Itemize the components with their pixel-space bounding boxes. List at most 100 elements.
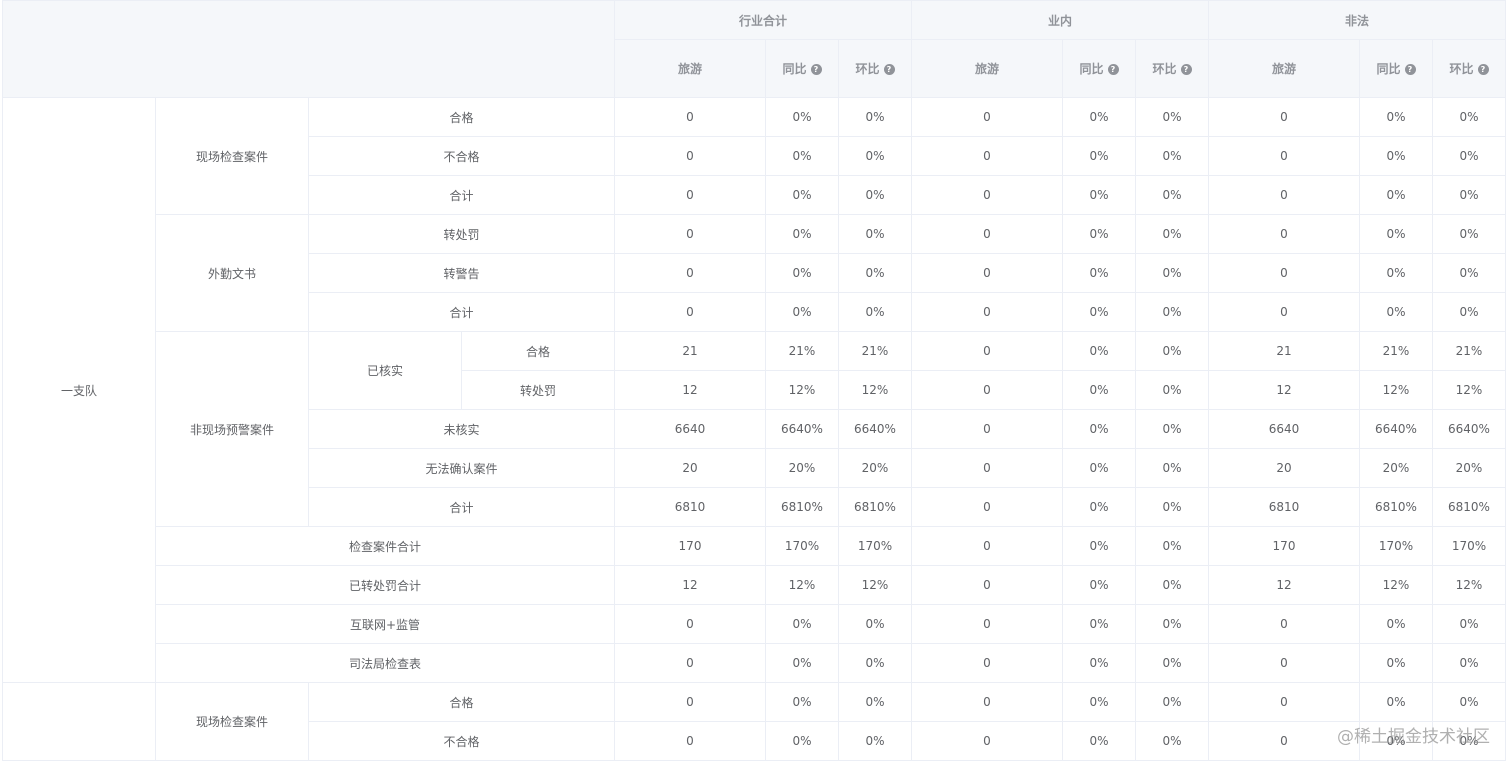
- value-cell: 0: [614, 253, 766, 293]
- table-header: 行业合计 业内 非法 旅游 同比? 环比? 旅游 同比? 环比? 旅游 同比? 环比?: [2, 0, 1506, 98]
- value-cell: 0%: [838, 292, 912, 332]
- value-cell: 0%: [1062, 370, 1136, 410]
- row-label-cell: 不合格: [308, 721, 615, 761]
- value-cell: 6810: [1208, 487, 1360, 527]
- value-cell: 0%: [1432, 97, 1506, 137]
- help-icon[interactable]: ?: [1107, 64, 1119, 75]
- value-cell: 0: [911, 526, 1063, 566]
- help-icon[interactable]: ?: [1180, 64, 1192, 75]
- value-cell: 0%: [838, 253, 912, 293]
- value-cell: 0%: [765, 175, 839, 215]
- value-cell: 0%: [1062, 97, 1136, 137]
- value-cell: 0: [614, 292, 766, 332]
- value-cell: 0%: [765, 253, 839, 293]
- help-icon[interactable]: ?: [810, 64, 822, 75]
- value-cell: 21%: [838, 331, 912, 371]
- help-icon[interactable]: ?: [1404, 64, 1416, 75]
- value-cell: 0%: [765, 682, 839, 722]
- value-cell: 0%: [838, 721, 912, 761]
- value-cell: 0: [1208, 253, 1360, 293]
- value-cell: 0: [911, 292, 1063, 332]
- value-cell: 0%: [838, 175, 912, 215]
- group-header-in-industry: 业内: [911, 0, 1209, 40]
- value-cell: 0%: [1359, 604, 1433, 644]
- value-cell: 12: [1208, 370, 1360, 410]
- column-header-mom: 环比?: [838, 39, 912, 98]
- value-cell: 21%: [1432, 331, 1506, 371]
- section-label-cell: 非现场预警案件: [155, 331, 309, 527]
- row-label-cell: 合格: [461, 331, 615, 371]
- value-cell: 0: [1208, 604, 1360, 644]
- value-cell: 0%: [1062, 214, 1136, 254]
- total-label-cell: 检查案件合计: [155, 526, 615, 566]
- value-cell: 6810%: [765, 487, 839, 527]
- table-row: 互联网+监管 0 0% 0% 0 0% 0% 0 0% 0%: [3, 604, 1506, 644]
- total-label-cell: 已转处罚合计: [155, 565, 615, 605]
- value-cell: 0: [911, 682, 1063, 722]
- value-cell: 0%: [1135, 97, 1209, 137]
- value-cell: 0%: [765, 214, 839, 254]
- help-icon[interactable]: ?: [883, 64, 895, 75]
- value-cell: 0%: [1135, 682, 1209, 722]
- value-cell: 6640: [1208, 409, 1360, 449]
- value-cell: 0%: [1135, 136, 1209, 176]
- value-cell: 12%: [765, 565, 839, 605]
- table-row: 检查案件合计 170 170% 170% 0 0% 0% 170 170% 170%: [3, 526, 1506, 566]
- value-cell: 0: [614, 682, 766, 722]
- section-label-cell: 外勤文书: [155, 214, 309, 332]
- value-cell: 0%: [838, 214, 912, 254]
- value-cell: 0: [1208, 682, 1360, 722]
- value-cell: 0%: [1359, 643, 1433, 683]
- column-header-label: 环比: [1449, 62, 1474, 76]
- value-cell: 0%: [1062, 253, 1136, 293]
- column-header-label: 旅游: [1271, 62, 1296, 76]
- value-cell: 6640%: [765, 409, 839, 449]
- column-header-label: 环比: [1152, 62, 1177, 76]
- value-cell: 0%: [1359, 97, 1433, 137]
- value-cell: 0%: [838, 643, 912, 683]
- value-cell: 0%: [1359, 136, 1433, 176]
- value-cell: 20%: [1359, 448, 1433, 488]
- value-cell: 0%: [1432, 136, 1506, 176]
- value-cell: 0%: [1432, 604, 1506, 644]
- value-cell: 170: [614, 526, 766, 566]
- total-label-cell: 互联网+监管: [155, 604, 615, 644]
- column-header-yoy: 同比?: [1359, 39, 1433, 98]
- value-cell: 0%: [1359, 253, 1433, 293]
- subgroup-label-cell: 已核实: [308, 331, 462, 410]
- help-icon[interactable]: ?: [1477, 64, 1489, 75]
- section-label-cell: 现场检查案件: [155, 682, 309, 761]
- value-cell: 6640%: [1359, 409, 1433, 449]
- value-cell: 0%: [1062, 682, 1136, 722]
- value-cell: 0: [911, 253, 1063, 293]
- value-cell: 0%: [1135, 292, 1209, 332]
- watermark: @稀土掘金技术社区: [1337, 727, 1490, 747]
- value-cell: 0%: [1062, 643, 1136, 683]
- value-cell: 0: [614, 604, 766, 644]
- value-cell: 12%: [1359, 565, 1433, 605]
- value-cell: 0%: [1432, 292, 1506, 332]
- value-cell: 20%: [765, 448, 839, 488]
- value-cell: 21: [1208, 331, 1360, 371]
- value-cell: 0%: [1062, 136, 1136, 176]
- unit-name-cell: [2, 682, 156, 761]
- table-row: 一支队 现场检查案件 合格 0 0% 0% 0 0% 0% 0 0% 0%: [2, 97, 1506, 683]
- value-cell: 6640%: [838, 409, 912, 449]
- value-cell: 0: [911, 370, 1063, 410]
- value-cell: 0%: [1359, 682, 1433, 722]
- value-cell: 6810%: [1359, 487, 1433, 527]
- value-cell: 12%: [765, 370, 839, 410]
- column-header-label: 同比: [1079, 62, 1104, 76]
- value-cell: 0%: [1062, 175, 1136, 215]
- value-cell: 0%: [838, 136, 912, 176]
- unit-name-cell: 一支队: [2, 97, 156, 683]
- value-cell: 0: [911, 604, 1063, 644]
- value-cell: 0%: [765, 97, 839, 137]
- row-label-cell: 转处罚: [461, 370, 615, 410]
- value-cell: 0%: [1135, 565, 1209, 605]
- value-cell: 21%: [765, 331, 839, 371]
- value-cell: 0%: [1062, 331, 1136, 371]
- row-label-cell: 不合格: [308, 136, 615, 176]
- value-cell: 0%: [1062, 604, 1136, 644]
- value-cell: 6640: [614, 409, 766, 449]
